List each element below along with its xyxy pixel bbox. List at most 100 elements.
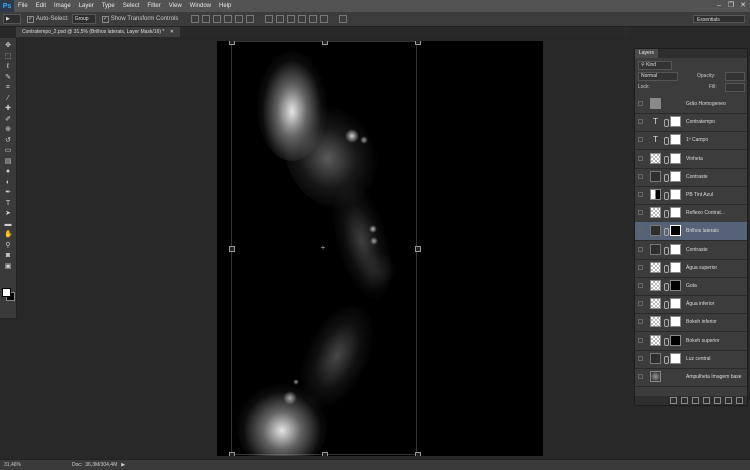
mask-link-icon[interactable] — [664, 137, 669, 146]
menu-image[interactable]: Image — [50, 3, 75, 9]
align-top-icon[interactable] — [191, 15, 200, 23]
auto-align-icon[interactable] — [339, 15, 348, 23]
visibility-eye-icon[interactable] — [638, 155, 643, 161]
type-tool-icon[interactable]: T — [4, 200, 12, 208]
visibility-eye-icon[interactable] — [638, 192, 643, 197]
transform-handle-tr[interactable] — [415, 41, 421, 45]
clone-tool-icon[interactable]: ⊕ — [4, 126, 12, 134]
visibility-eye-icon[interactable] — [638, 101, 643, 106]
quick-select-tool-icon[interactable]: ✎ — [4, 74, 12, 82]
menu-layer[interactable]: Layer — [75, 3, 98, 9]
show-transform-checkbox[interactable]: ✓ — [101, 15, 109, 23]
align-bottom-icon[interactable] — [213, 15, 222, 23]
distribute-hcenter-icon[interactable] — [309, 15, 318, 23]
auto-select-checkbox[interactable]: ✓ — [27, 15, 34, 23]
layer-mask-thumbnail[interactable] — [670, 170, 681, 182]
layer-row[interactable]: Gota — [635, 277, 747, 296]
workspace-switcher[interactable]: Essentials — [693, 15, 745, 23]
zoom-tool-icon[interactable]: ⚲ — [4, 242, 12, 250]
visibility-eye-icon[interactable] — [638, 228, 643, 234]
eraser-tool-icon[interactable]: ▭ — [4, 147, 12, 155]
transform-handle-bl[interactable] — [229, 452, 235, 456]
close-tab-icon[interactable]: ✕ — [170, 29, 174, 35]
menu-window[interactable]: Window — [186, 3, 215, 9]
mask-link-icon[interactable] — [664, 355, 669, 364]
mask-link-icon[interactable] — [664, 246, 669, 255]
mask-link-icon[interactable] — [664, 283, 669, 291]
layer-mask-thumbnail[interactable] — [670, 352, 681, 364]
layer-style-icon[interactable] — [681, 397, 688, 404]
foreground-color-swatch[interactable] — [2, 288, 11, 297]
menu-file[interactable]: File — [14, 3, 32, 9]
maximize-button[interactable]: ❐ — [727, 2, 735, 10]
layer-row[interactable]: T Contratempo — [635, 113, 747, 133]
menu-view[interactable]: View — [165, 3, 186, 9]
layer-row[interactable]: Vinheta — [635, 150, 747, 169]
blend-mode-dropdown[interactable]: Normal — [638, 72, 678, 81]
mask-link-icon[interactable] — [664, 173, 669, 182]
visibility-eye-icon[interactable] — [638, 137, 643, 143]
new-layer-icon[interactable] — [725, 397, 732, 404]
status-menu-icon[interactable]: ▶ — [121, 462, 125, 468]
layer-mask-thumbnail[interactable] — [670, 298, 681, 310]
mask-link-icon[interactable] — [664, 210, 669, 219]
mask-link-icon[interactable] — [664, 301, 669, 310]
tool-preset-picker[interactable]: ▶ — [3, 14, 21, 24]
distribute-bottom-icon[interactable] — [287, 15, 296, 23]
brush-tool-icon[interactable]: ✐ — [4, 116, 12, 124]
visibility-eye-icon[interactable] — [638, 119, 643, 125]
minimize-button[interactable]: – — [715, 2, 723, 10]
align-vcenter-icon[interactable] — [202, 15, 211, 23]
hand-tool-icon[interactable]: ✋ — [4, 231, 13, 239]
layer-row[interactable]: PB Tint Azul — [635, 186, 747, 205]
visibility-eye-icon[interactable] — [638, 301, 643, 307]
layer-row[interactable]: Luz central — [635, 350, 747, 369]
distribute-right-icon[interactable] — [320, 15, 329, 23]
layer-mask-thumbnail[interactable] — [670, 334, 681, 346]
fill-field[interactable] — [725, 83, 745, 92]
layer-mask-thumbnail[interactable] — [670, 261, 681, 273]
zoom-level[interactable]: 31,46% — [4, 462, 44, 468]
history-brush-tool-icon[interactable]: ↺ — [4, 137, 12, 145]
menu-select[interactable]: Select — [119, 3, 144, 9]
menu-edit[interactable]: Edit — [32, 3, 50, 9]
visibility-eye-icon[interactable] — [638, 173, 643, 179]
document-tab[interactable]: Contratempo_2.psd @ 31,5% (Brilhos later… — [16, 27, 180, 37]
visibility-eye-icon[interactable] — [638, 337, 643, 343]
menu-type[interactable]: Type — [98, 3, 119, 9]
opacity-field[interactable] — [725, 72, 745, 81]
mask-link-icon[interactable] — [664, 319, 669, 328]
layer-row[interactable]: Reflexo Contrat... — [635, 204, 747, 224]
gradient-tool-icon[interactable]: ▤ — [4, 158, 12, 166]
layer-row[interactable]: Bokeh inferior — [635, 313, 747, 333]
close-button[interactable]: ✕ — [739, 2, 747, 10]
visibility-eye-icon[interactable] — [638, 283, 643, 288]
layer-row[interactable]: Brilhos laterais — [635, 222, 747, 242]
layer-row[interactable]: Água inferior — [635, 295, 747, 315]
layer-row[interactable]: Ampulheta Imagem base — [635, 368, 747, 387]
auto-select-dropdown[interactable]: Group — [71, 14, 96, 24]
visibility-eye-icon[interactable] — [638, 246, 643, 252]
new-group-icon[interactable] — [714, 397, 721, 404]
add-mask-icon[interactable] — [692, 397, 699, 404]
transform-handle-br[interactable] — [415, 452, 421, 456]
transform-handle-tl[interactable] — [229, 41, 235, 45]
layer-mask-thumbnail[interactable] — [670, 189, 681, 200]
document-canvas[interactable]: + — [217, 41, 543, 456]
layer-row[interactable]: Bokeh superior — [635, 332, 747, 351]
marquee-tool-icon[interactable]: ⬚ — [4, 53, 12, 61]
mask-link-icon[interactable] — [664, 228, 669, 237]
layer-mask-thumbnail[interactable] — [670, 316, 681, 328]
layer-mask-thumbnail[interactable] — [670, 207, 681, 219]
layer-row[interactable]: T 1º Campo — [635, 131, 747, 151]
visibility-eye-icon[interactable] — [638, 319, 643, 325]
pen-tool-icon[interactable]: ✒ — [4, 189, 12, 197]
transform-handle-mr[interactable] — [415, 246, 421, 252]
layers-tab[interactable]: Layers — [635, 49, 659, 58]
trash-icon[interactable] — [736, 397, 743, 404]
quick-mask-tool-icon[interactable]: ◙ — [4, 252, 12, 260]
layer-mask-thumbnail[interactable] — [670, 116, 681, 128]
distribute-left-icon[interactable] — [298, 15, 307, 23]
visibility-eye-icon[interactable] — [638, 355, 643, 361]
path-select-tool-icon[interactable]: ➤ — [4, 210, 12, 218]
